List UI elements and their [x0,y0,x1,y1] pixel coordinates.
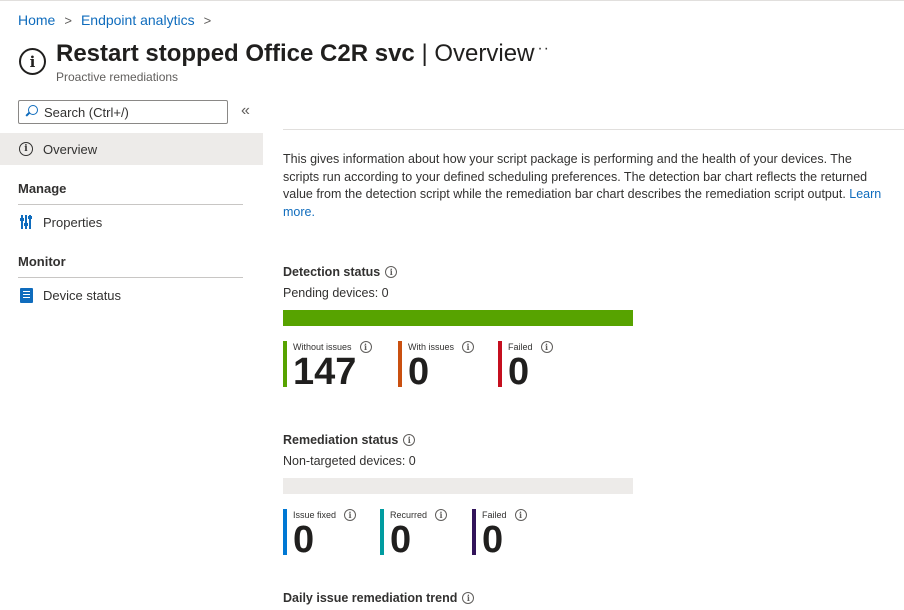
divider [283,129,904,130]
pending-devices-text: Pending devices: 0 [283,286,389,300]
sidebar-section-monitor: Monitor [18,254,66,269]
breadcrumb-endpoint-analytics-link[interactable]: Endpoint analytics [81,12,195,28]
non-targeted-devices-text: Non-targeted devices: 0 [283,454,416,468]
metric-detection-failed[interactable]: Failed i 0 [498,341,553,393]
divider [18,277,243,278]
info-icon: i [19,48,46,75]
sidebar-item-label: Device status [43,287,122,303]
metric-without-issues[interactable]: Without issues i 147 [283,341,372,393]
detection-status-title: Detection status [283,265,381,279]
search-icon [25,105,39,119]
intro-text: This gives information about how your sc… [283,151,888,221]
info-icon: i [19,142,33,156]
page-subtitle: Proactive remediations [56,70,179,84]
remediation-status-title: Remediation status [283,433,399,447]
detection-status-heading: Detection status i [283,265,398,279]
chevron-right-icon: > [203,12,212,28]
info-icon[interactable]: i [403,434,416,446]
detection-status-bar [283,310,633,326]
properties-icon [20,215,32,229]
metric-remediation-failed[interactable]: Failed i 0 [472,509,527,561]
info-icon[interactable]: i [540,341,553,353]
metric-value: 0 [293,519,315,561]
page-title-main: Restart stopped Office C2R svc [56,40,415,67]
page-title: Restart stopped Office C2R svc | Overvie… [56,38,534,70]
divider [18,204,243,205]
collapse-sidebar-button[interactable]: « [241,102,250,120]
info-icon[interactable]: i [385,266,398,278]
chevron-right-icon: > [64,12,72,28]
metric-value: 0 [508,351,530,393]
sidebar-item-properties[interactable]: Properties [0,206,263,238]
daily-trend-heading: Daily issue remediation trend i [283,591,475,605]
remediation-status-heading: Remediation status i [283,433,416,447]
info-icon[interactable]: i [359,341,372,353]
top-border [0,0,904,1]
metric-value: 0 [390,519,412,561]
intro-description: This gives information about how your sc… [283,152,868,201]
breadcrumb: Home > Endpoint analytics > [18,12,220,28]
metric-value: 147 [293,351,357,393]
sidebar-item-device-status[interactable]: Device status [0,279,263,311]
sidebar-item-label: Properties [43,214,103,230]
search-input[interactable] [44,104,214,120]
info-icon[interactable]: i [514,509,527,521]
more-options-button[interactable]: ··· [531,40,550,58]
page-title-sub: Overview [434,40,535,67]
info-icon[interactable]: i [344,509,357,521]
metric-value: 0 [482,519,504,561]
sidebar-item-label: Overview [43,141,98,157]
search-box[interactable] [18,100,228,124]
remediation-status-bar [283,478,633,494]
metric-recurred[interactable]: Recurred i 0 [380,509,448,561]
breadcrumb-home-link[interactable]: Home [18,12,55,28]
metric-issue-fixed[interactable]: Issue fixed i 0 [283,509,357,561]
info-icon[interactable]: i [462,341,475,353]
metric-value: 0 [408,351,430,393]
page-title-separator: | [414,40,435,67]
device-status-icon [19,287,33,303]
detection-status-bar-fill [283,310,633,326]
sidebar-section-manage: Manage [18,181,67,196]
sidebar-item-overview[interactable]: i Overview [0,133,263,165]
info-icon[interactable]: i [462,592,475,604]
info-icon[interactable]: i [435,509,448,521]
daily-trend-title: Daily issue remediation trend [283,591,458,605]
metric-with-issues[interactable]: With issues i 0 [398,341,475,393]
